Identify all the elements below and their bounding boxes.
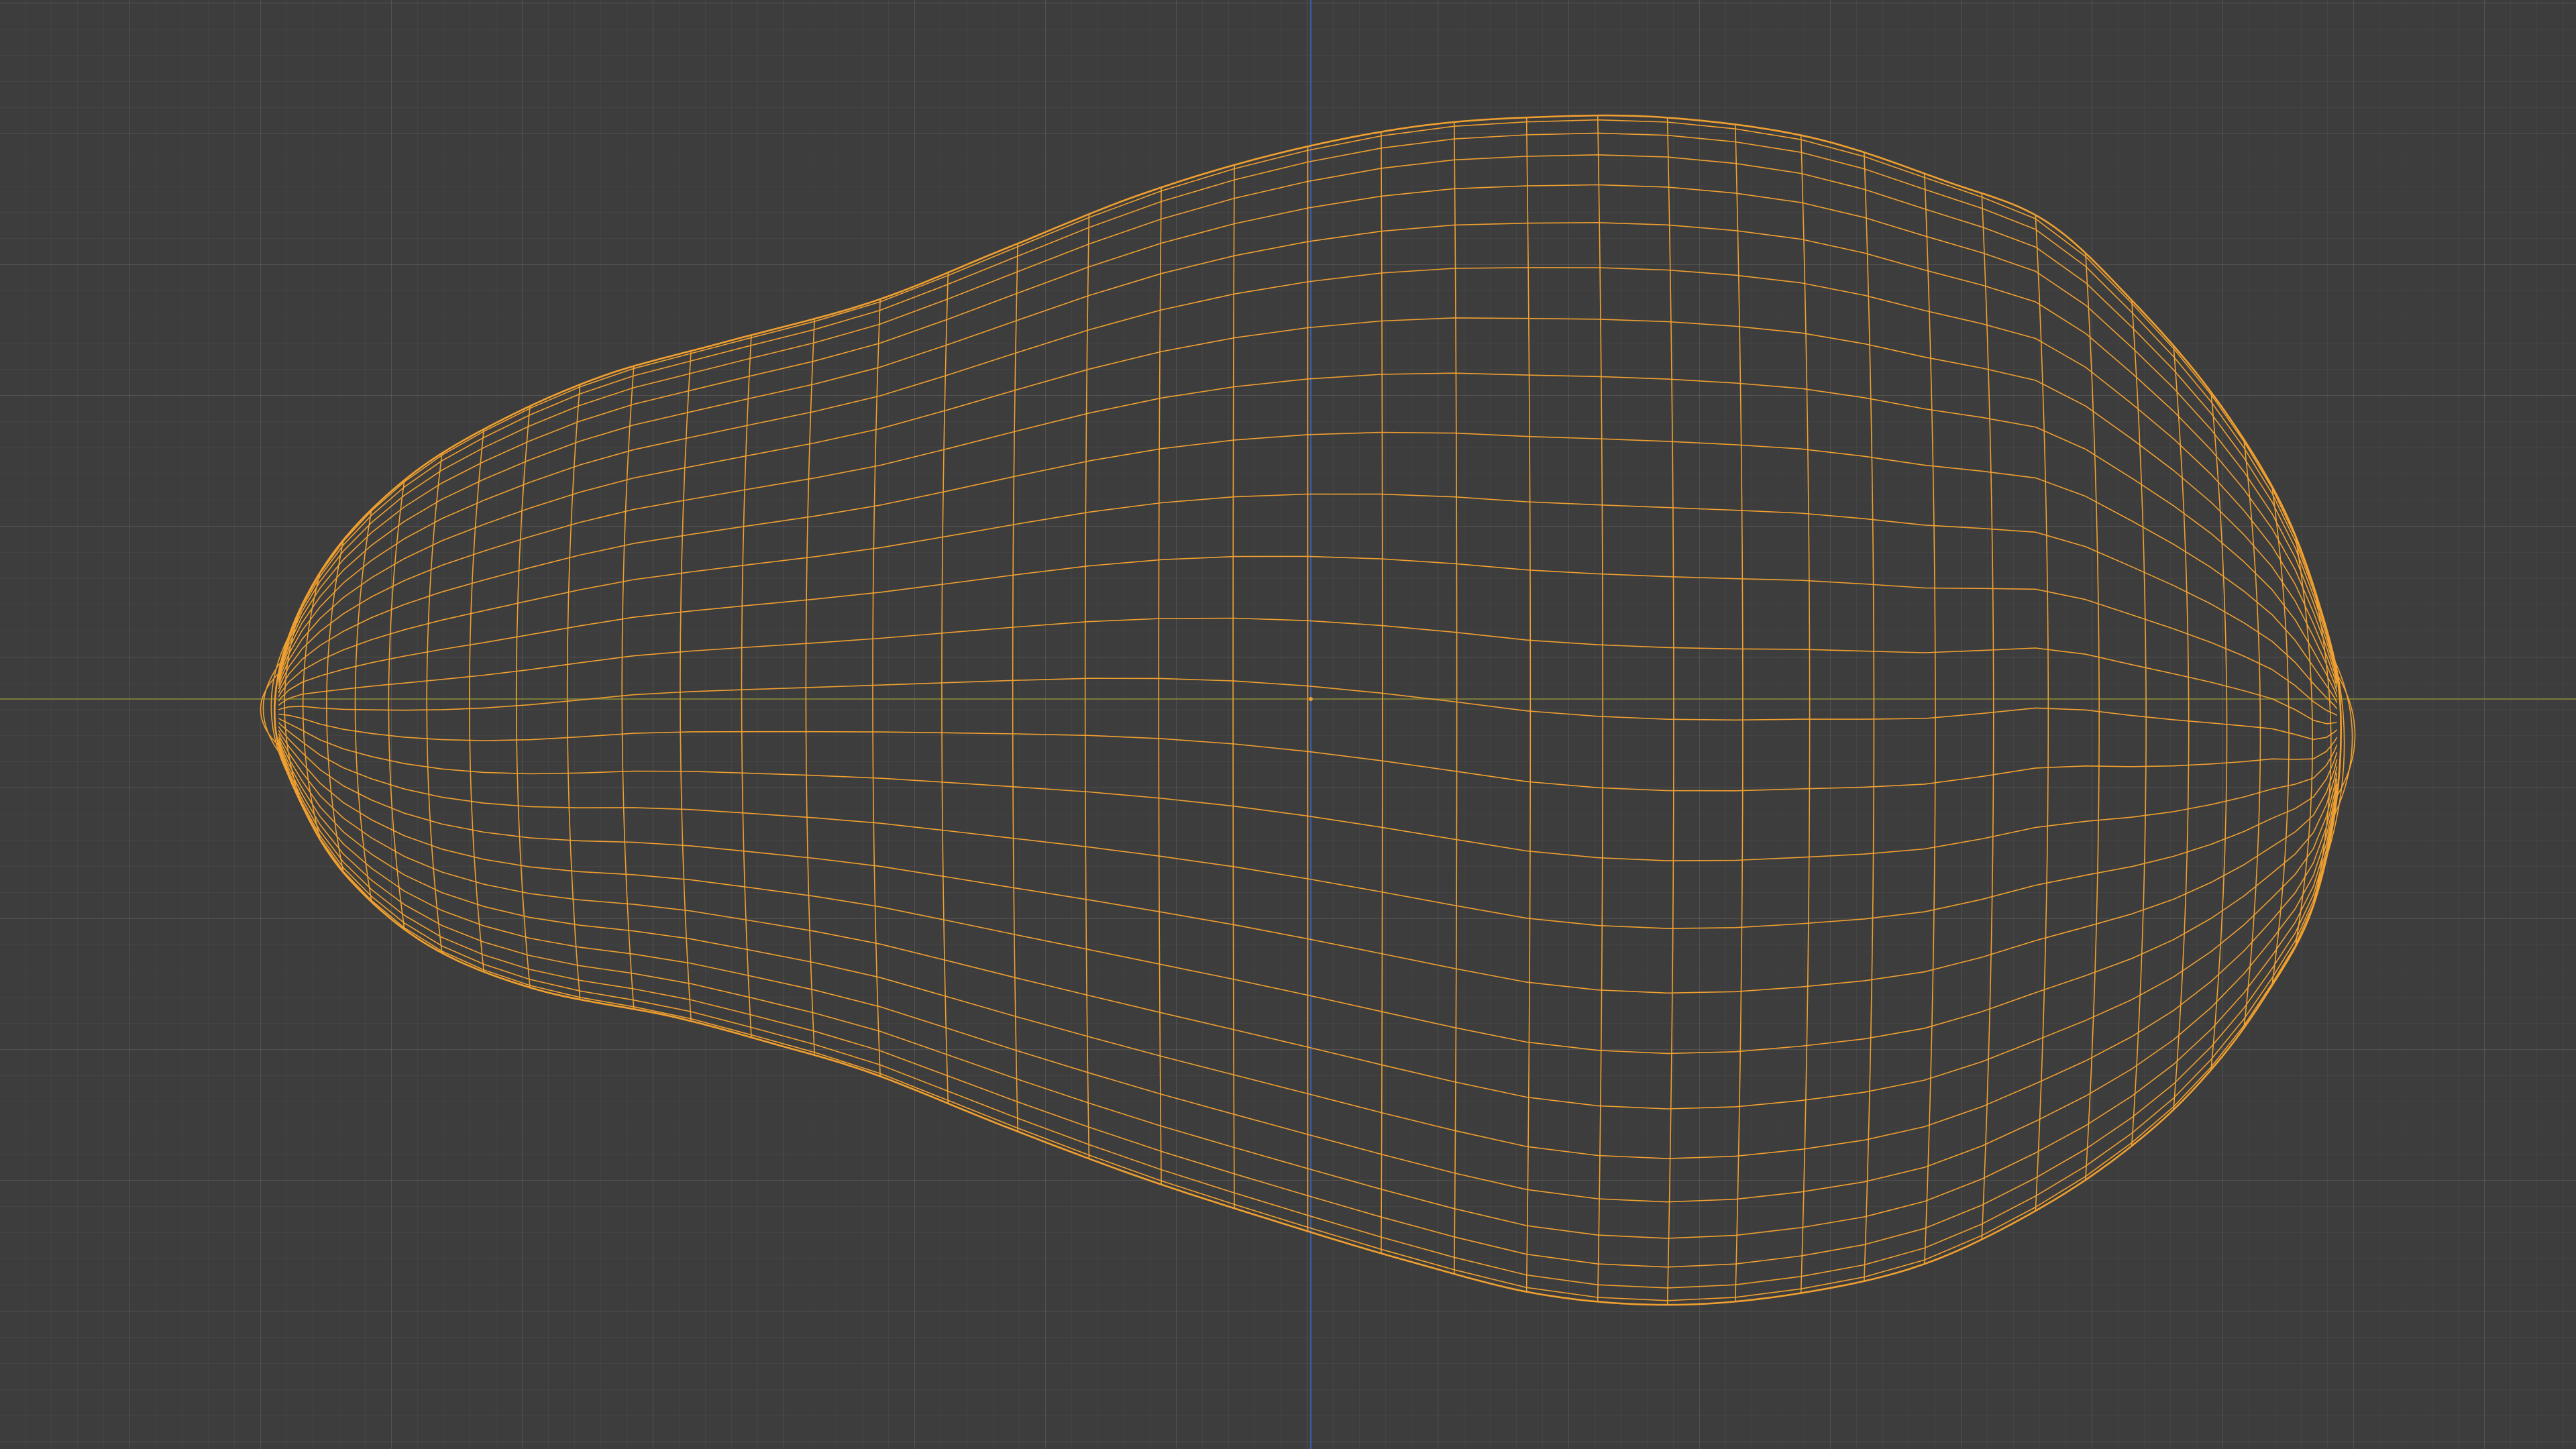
mesh-edge-column bbox=[2210, 392, 2228, 1070]
mesh-edge-column bbox=[2294, 535, 2314, 947]
mesh-edge-column bbox=[1735, 124, 1743, 1302]
mesh-edge-column bbox=[621, 366, 635, 1010]
mesh-edge-column bbox=[1666, 117, 1674, 1305]
mesh-edge-column bbox=[1084, 214, 1090, 1159]
mesh-edge-column bbox=[1454, 121, 1458, 1275]
mesh-edge-column bbox=[680, 351, 692, 1022]
mesh-edge-column bbox=[1232, 164, 1235, 1209]
mesh-edge-column bbox=[1158, 187, 1162, 1185]
mesh-edge-column bbox=[2085, 253, 2100, 1180]
mesh-edge-column bbox=[2173, 345, 2190, 1110]
mesh-edge-column bbox=[469, 429, 485, 972]
mesh-edge-column bbox=[741, 335, 752, 1038]
object-origin-dot[interactable] bbox=[1309, 697, 1313, 701]
mesh-edge-column bbox=[2131, 300, 2147, 1146]
mesh-edge-column bbox=[1012, 243, 1018, 1132]
viewport-scene[interactable] bbox=[0, 0, 2576, 1449]
mesh-edge-column bbox=[1597, 115, 1604, 1302]
mesh-edge-column bbox=[1525, 117, 1532, 1292]
mesh-edge-column bbox=[426, 453, 443, 953]
mesh-edge-column bbox=[1981, 193, 1994, 1240]
mesh-edge-column bbox=[1800, 135, 1811, 1293]
mesh-edge-column bbox=[566, 384, 581, 1000]
mesh-edge-column bbox=[2035, 215, 2049, 1212]
mesh-edge-column bbox=[515, 406, 531, 988]
3d-viewport[interactable] bbox=[0, 0, 2576, 1449]
mesh-edge-column bbox=[941, 272, 949, 1104]
wireframe-mesh[interactable] bbox=[260, 114, 2356, 1306]
mesh-edge-column bbox=[872, 299, 881, 1077]
mesh-edge-column bbox=[1864, 152, 1875, 1281]
